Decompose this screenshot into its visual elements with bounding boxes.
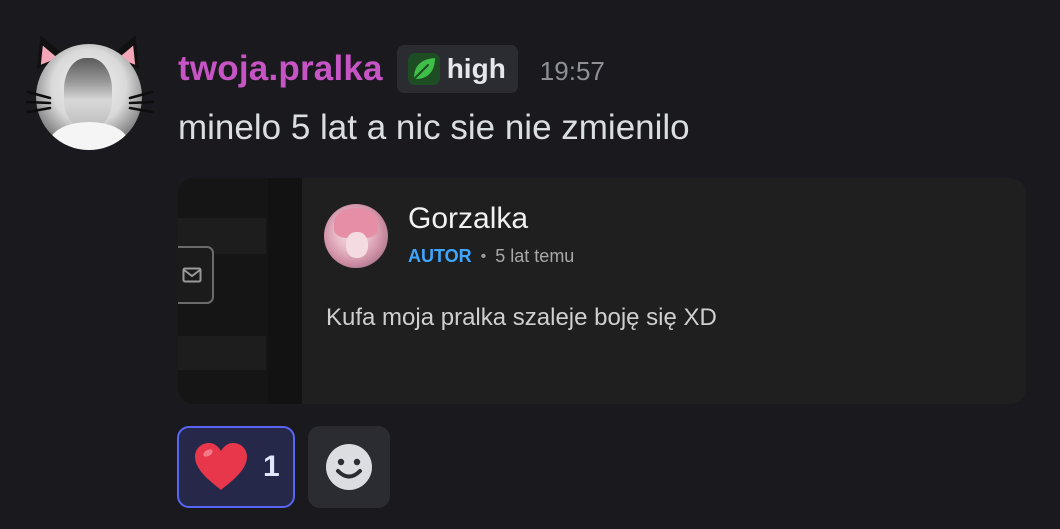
heart-icon — [195, 443, 247, 490]
reaction-count: 1 — [263, 450, 280, 483]
comment-author-avatar — [324, 204, 388, 268]
comment-time: 5 lat temu — [495, 246, 575, 266]
smiley-icon — [326, 444, 372, 490]
author-badge: AUTOR — [408, 246, 472, 266]
leaf-icon — [407, 53, 440, 85]
chat-message: twoja.pralka high 19:57 minelo 5 lat a n… — [0, 0, 1060, 529]
image-attachment[interactable]: Gorzalka AUTOR • 5 lat temu Kufa moja pr… — [178, 178, 1026, 404]
whiskers-decoration — [26, 90, 154, 114]
add-reaction-button[interactable] — [308, 426, 390, 508]
server-tag-label: high — [446, 53, 506, 84]
meta-separator: • — [480, 247, 487, 265]
screenshot-divider — [268, 178, 302, 404]
comment-body: Kufa moja pralka szaleje boję się XD — [326, 304, 717, 331]
message-content: minelo 5 lat a nic sie nie zmienilo — [178, 108, 690, 147]
mail-icon — [182, 267, 202, 283]
user-avatar[interactable] — [25, 29, 154, 152]
screenshot-mail-button — [178, 246, 214, 304]
username[interactable]: twoja.pralka — [178, 49, 383, 89]
comment-meta: AUTOR • 5 lat temu — [408, 246, 574, 267]
message-timestamp[interactable]: 19:57 — [540, 56, 605, 87]
message-header: twoja.pralka high 19:57 — [178, 44, 605, 94]
avatar-shirt — [50, 122, 128, 150]
comment-author-name: Gorzalka — [408, 202, 529, 235]
server-tag-badge[interactable]: high — [396, 45, 518, 93]
screenshot-block — [178, 336, 266, 370]
reaction-heart[interactable]: 1 — [177, 426, 295, 508]
